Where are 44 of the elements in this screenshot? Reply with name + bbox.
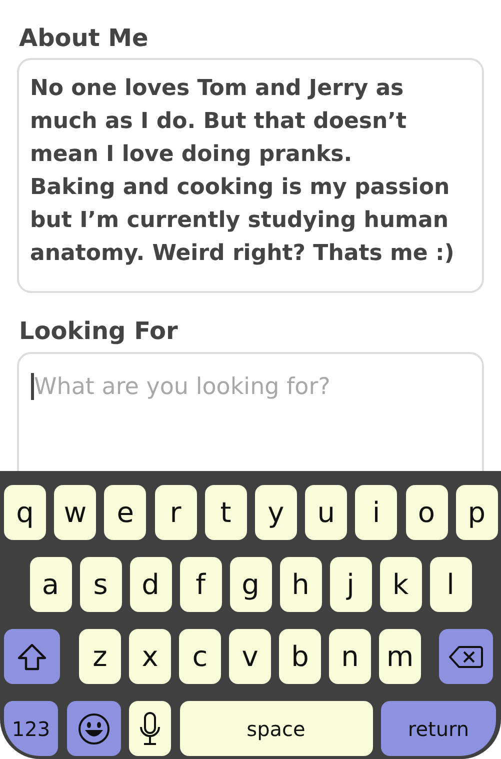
about-me-field[interactable]: No one loves Tom and Jerry as much as I do. But that doesn’t mean I love doing pranks. Baking and cooking is my passion but I’m currently studying human anatomy. Weird right? Thats me :) [17,58,484,293]
numbers-key[interactable]: 123 [4,701,58,756]
letter-key[interactable]: j [330,557,372,612]
letter-key[interactable]: r [154,485,197,540]
microphone-icon [139,712,161,746]
text-cursor [31,373,34,400]
letter-key[interactable]: a [30,557,72,612]
letter-key[interactable]: x [129,629,171,684]
letter-key[interactable]: v [229,629,271,684]
letter-key[interactable]: f [180,557,222,612]
looking-for-input[interactable]: What are you looking for? [34,372,470,402]
letter-key[interactable]: k [380,557,422,612]
letter-key[interactable]: t [204,485,247,540]
letter-key[interactable]: e [104,485,146,540]
section-label: Looking For [19,316,179,347]
letter-key[interactable]: i [355,485,398,540]
shift-key[interactable] [4,629,60,684]
letter-key[interactable]: l [430,557,472,612]
microphone-key[interactable] [129,701,171,756]
letter-key[interactable]: b [279,629,321,684]
letter-key[interactable]: c [179,629,221,684]
smiley-icon [78,712,110,744]
delete-icon [449,644,483,668]
about-me-text: No one loves Tom and Jerry as much as I do. But that doesn’t mean I love doing pranks. Baking and cooking is my passion but I’m currently studying human anatomy. Weird right? Thats me :) [30,75,456,268]
section-label: About Me [19,23,150,54]
space-key[interactable]: space [180,701,372,756]
letter-key[interactable]: p [456,485,498,540]
letter-key[interactable]: g [230,557,272,612]
delete-key[interactable] [439,629,493,684]
letter-key[interactable]: w [54,485,96,540]
emoji-key[interactable] [66,701,120,756]
letter-key[interactable]: d [130,557,172,612]
letter-key[interactable]: s [80,557,122,612]
letter-key[interactable]: q [4,485,46,540]
letter-key[interactable]: y [254,485,297,540]
letter-key[interactable]: h [280,557,322,612]
return-key[interactable]: return [381,701,496,756]
letter-key[interactable]: z [79,629,121,684]
letter-key[interactable]: n [329,629,371,684]
letter-key[interactable]: m [379,629,421,684]
shift-icon [17,642,47,670]
letter-key[interactable]: o [406,485,448,540]
looking-for-field[interactable]: What are you looking for? [17,352,484,471]
letter-key[interactable]: u [305,485,348,540]
